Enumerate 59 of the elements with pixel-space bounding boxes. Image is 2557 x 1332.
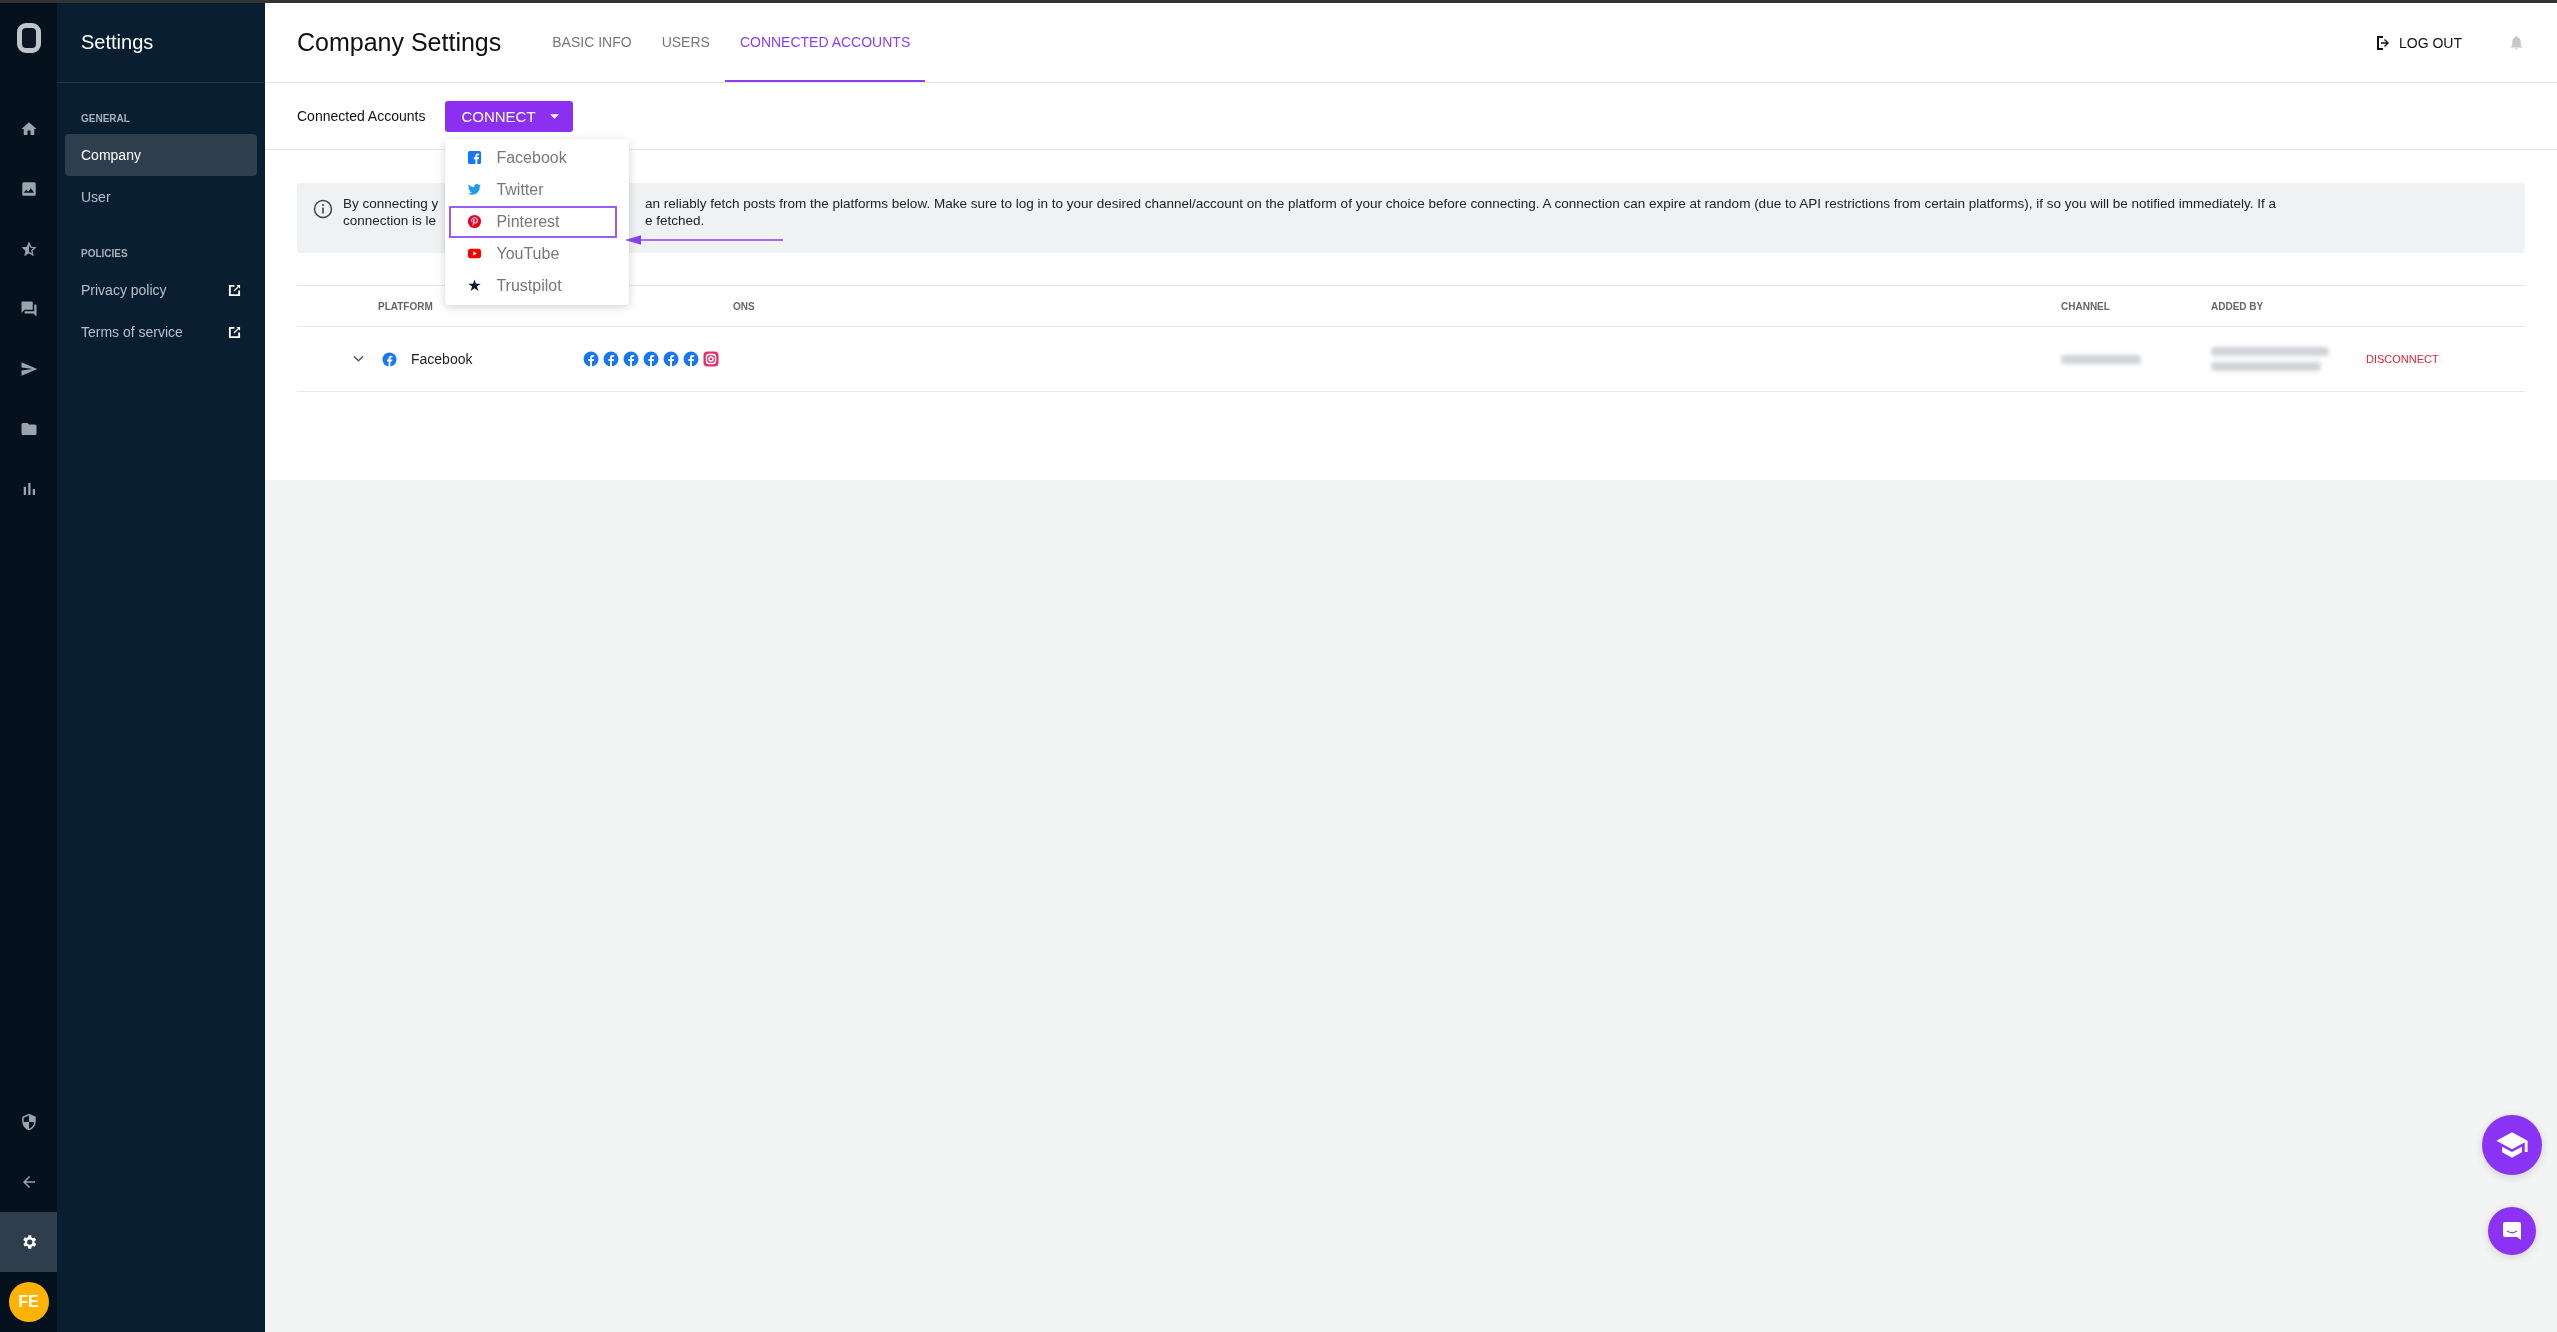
facebook-icon: [663, 351, 679, 367]
app-logo-icon[interactable]: [16, 23, 41, 53]
facebook-icon: [583, 351, 599, 367]
table-cell: Facebook: [411, 351, 473, 367]
page-title: Company Settings: [297, 28, 502, 57]
tab[interactable]: BASIC INFO: [537, 3, 647, 82]
column-header: PLATFORM: [378, 300, 434, 312]
logout-button[interactable]: LOG OUT: [2375, 3, 2462, 82]
menu-item[interactable]: Pinterest: [449, 205, 618, 238]
menu-item[interactable]: Facebook: [449, 141, 626, 174]
sidebar-item[interactable]: User: [65, 176, 257, 218]
learning-button[interactable]: [2482, 1115, 2542, 1175]
facebook-icon: [603, 351, 619, 367]
facebook-icon: [382, 351, 397, 367]
info-icon: [313, 199, 333, 219]
twitter-icon: [467, 182, 483, 197]
folder-icon: [19, 420, 38, 438]
column-header: ONS: [732, 300, 756, 312]
image-icon: [19, 180, 38, 198]
home-icon: [19, 120, 38, 138]
section-heading: GENERAL: [80, 113, 131, 126]
menu-item[interactable]: Twitter: [449, 173, 626, 206]
youtube-icon: [467, 246, 483, 261]
disconnect-link[interactable]: DISCONNECT: [2366, 353, 2525, 365]
tab[interactable]: USERS: [646, 3, 725, 82]
external-link-icon: [228, 283, 241, 297]
chat-icon: [19, 300, 38, 318]
column-header: CHANNEL: [2061, 300, 2111, 312]
shield-icon: [19, 1113, 38, 1131]
column-header: ADDED BY: [2211, 300, 2265, 312]
instagram-icon: [703, 351, 719, 367]
sidebar-item[interactable]: Company: [65, 134, 257, 176]
chevron-icon[interactable]: [353, 355, 364, 363]
chat-icon: [2500, 1219, 2524, 1243]
sidebar-item[interactable]: Privacy policy: [65, 269, 257, 311]
sidebar-item[interactable]: Terms of service: [65, 311, 257, 353]
menu-item[interactable]: Trustpilot: [449, 269, 626, 302]
nav-item[interactable]: [0, 1212, 57, 1272]
info-text: connection is le: [343, 212, 438, 229]
facebook-icon: [467, 150, 483, 165]
facebook-icon: [623, 351, 639, 367]
tab[interactable]: CONNECTED ACCOUNTS: [724, 3, 926, 82]
section-heading: POLICIES: [80, 248, 129, 261]
info-text: an reliably fetch posts from the platforms below. Make sure to log in to your desired channel/account on the platform of your choice before connecting. A connection can expire at random (due to API restrictions from certain platforms), if so you will be notified immediately. If a: [645, 195, 2277, 212]
info-text: By connecting y: [343, 195, 440, 212]
toolbar-label: Connected Accounts: [297, 108, 426, 124]
chat-button[interactable]: [2488, 1207, 2536, 1255]
facebook-icon: [683, 351, 699, 367]
pinterest-icon: [467, 214, 483, 229]
send-icon: [19, 360, 38, 378]
menu-item[interactable]: YouTube: [449, 237, 626, 270]
external-link-icon: [228, 325, 241, 339]
facebook-icon: [643, 351, 659, 367]
info-text: e fetched.: [645, 212, 705, 229]
star-icon: [19, 240, 38, 258]
star-icon: [467, 278, 483, 293]
logout-icon: [2375, 34, 2391, 51]
connect-button[interactable]: CONNECT: [445, 100, 573, 132]
caret-icon: [549, 113, 559, 119]
